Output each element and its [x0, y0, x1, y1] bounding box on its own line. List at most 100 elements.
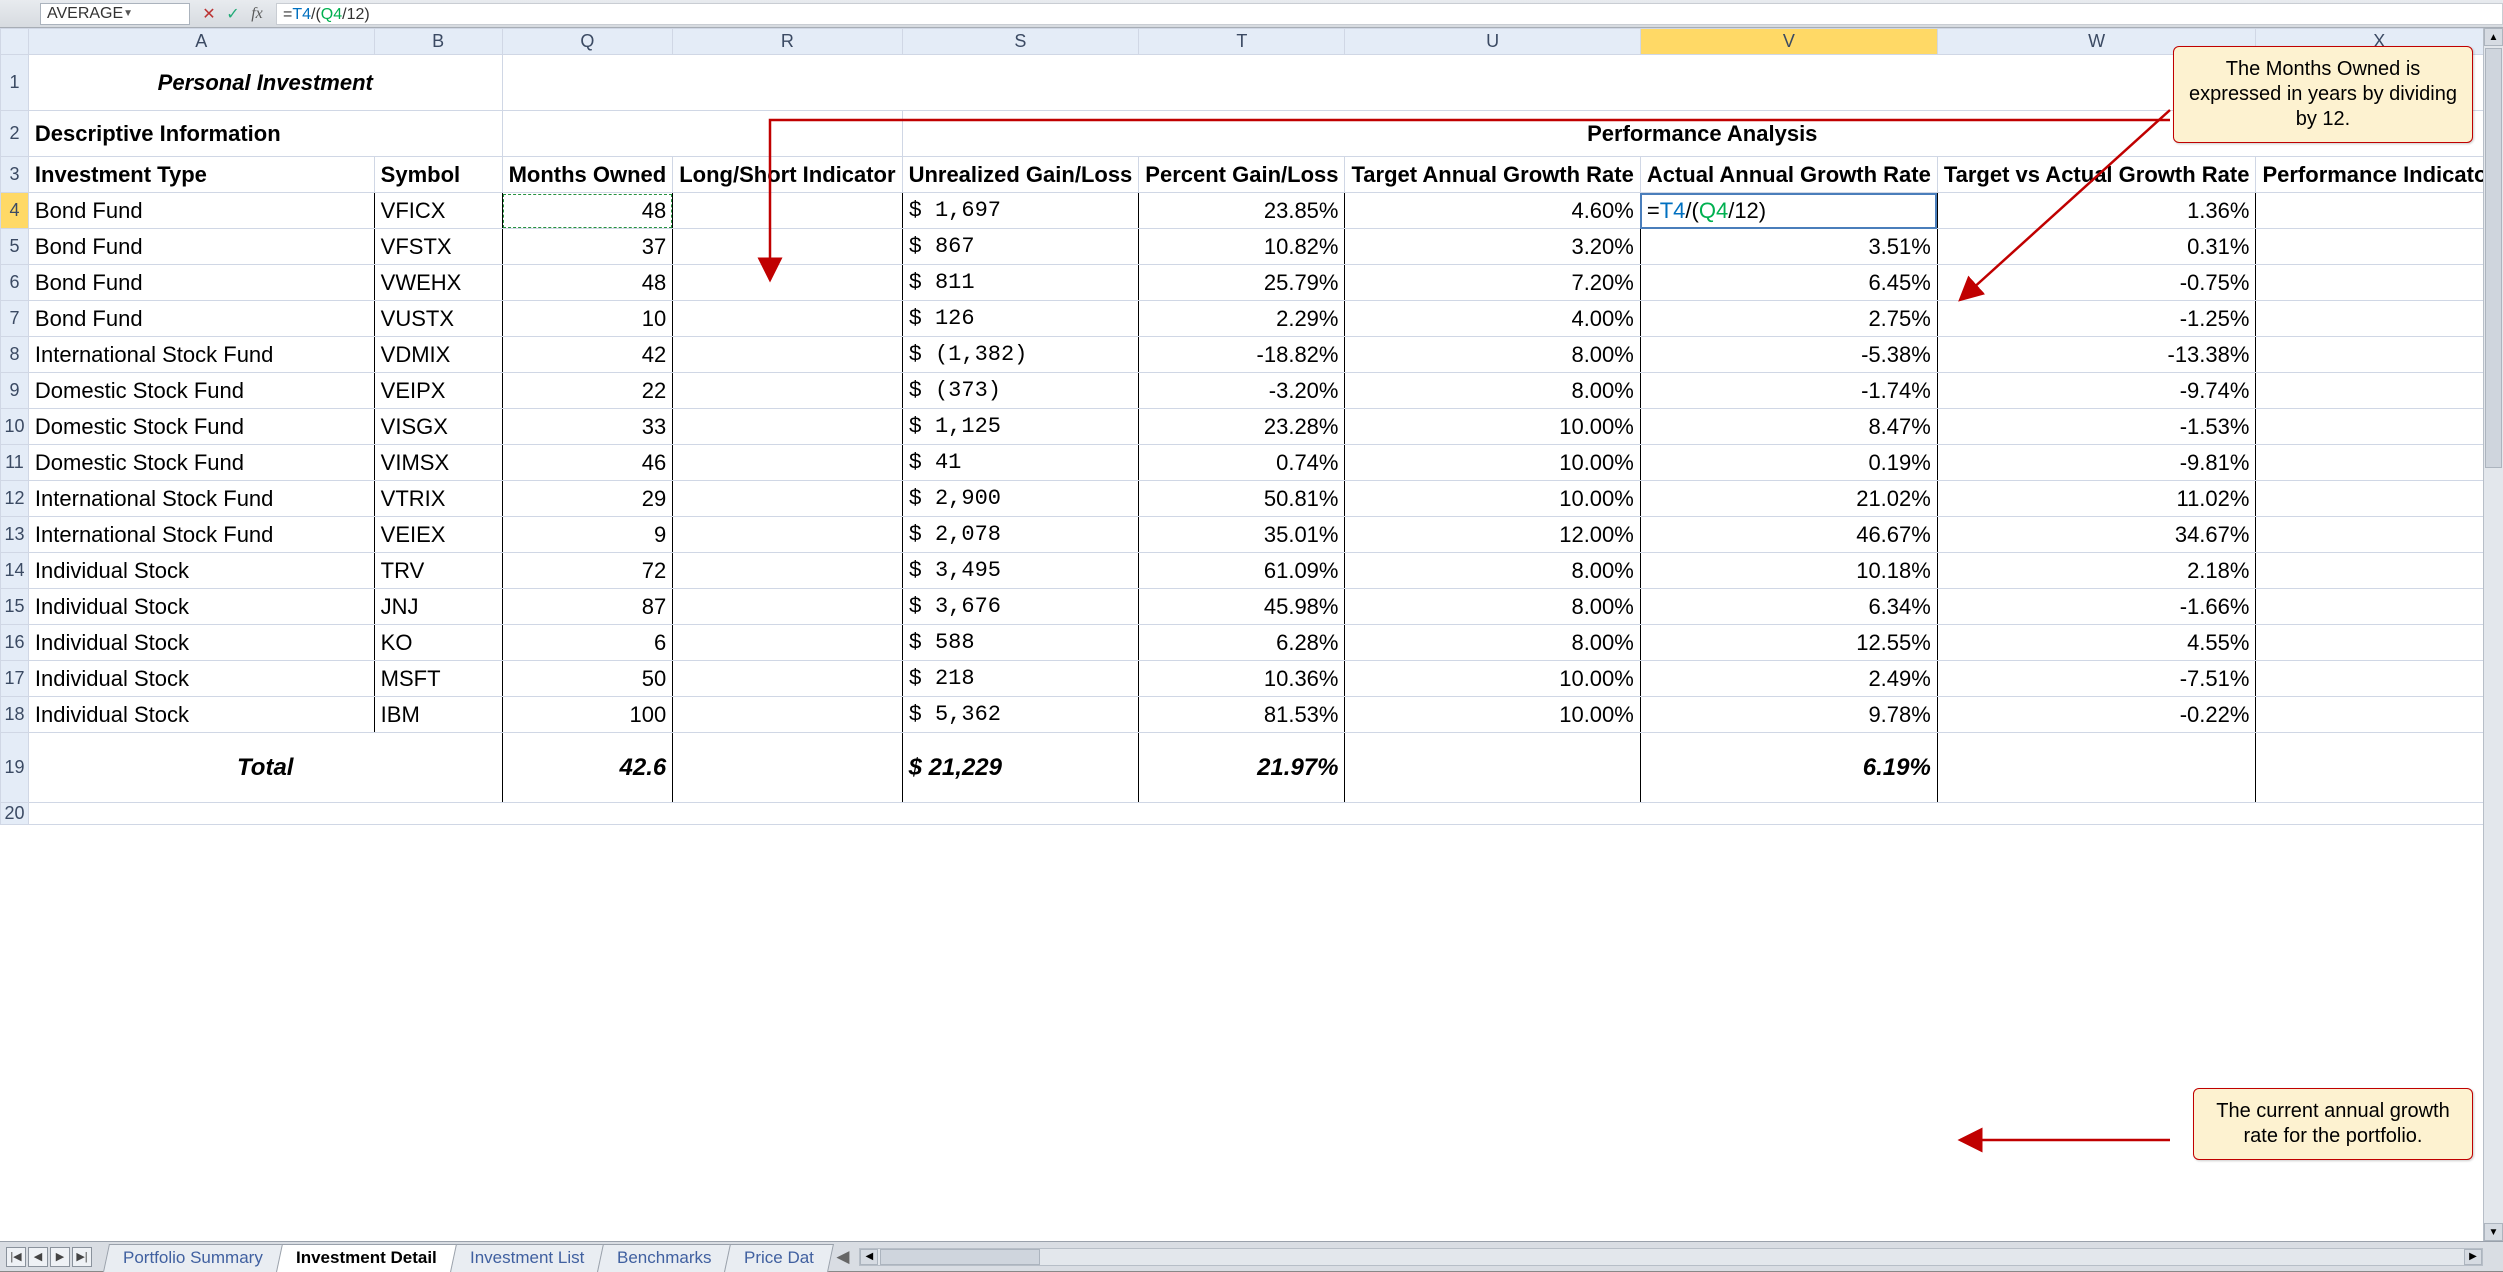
- cell-U17[interactable]: 10.00%: [1345, 661, 1640, 697]
- col-header-T[interactable]: T: [1139, 29, 1345, 55]
- cell-R5[interactable]: [673, 229, 902, 265]
- cell-U15[interactable]: 8.00%: [1345, 589, 1640, 625]
- cell-W14[interactable]: 2.18%: [1937, 553, 2256, 589]
- total-R[interactable]: [673, 733, 902, 803]
- cell-V11[interactable]: 0.19%: [1640, 445, 1937, 481]
- row-header-19[interactable]: 19: [1, 733, 29, 803]
- total-label[interactable]: Total: [28, 733, 502, 803]
- cell-A15[interactable]: Individual Stock: [28, 589, 374, 625]
- row-header-12[interactable]: 12: [1, 481, 29, 517]
- cell-S17[interactable]: $ 218: [902, 661, 1139, 697]
- cell-R11[interactable]: [673, 445, 902, 481]
- cell-V13[interactable]: 46.67%: [1640, 517, 1937, 553]
- cell-X7[interactable]: [2256, 301, 2503, 337]
- cell-U9[interactable]: 8.00%: [1345, 373, 1640, 409]
- cell-T18[interactable]: 81.53%: [1139, 697, 1345, 733]
- scroll-down-button[interactable]: ▼: [2484, 1223, 2503, 1241]
- cell-B10[interactable]: VISGX: [374, 409, 502, 445]
- cell-T16[interactable]: 6.28%: [1139, 625, 1345, 661]
- cell-W10[interactable]: -1.53%: [1937, 409, 2256, 445]
- col-header-S[interactable]: S: [902, 29, 1139, 55]
- hscroll-thumb[interactable]: [880, 1249, 1040, 1265]
- cell-T15[interactable]: 45.98%: [1139, 589, 1345, 625]
- scroll-up-button[interactable]: ▲: [2484, 28, 2503, 46]
- cell-W9[interactable]: -9.74%: [1937, 373, 2256, 409]
- cell-V8[interactable]: -5.38%: [1640, 337, 1937, 373]
- cell-X6[interactable]: [2256, 265, 2503, 301]
- cell-V5[interactable]: 3.51%: [1640, 229, 1937, 265]
- row-header-18[interactable]: 18: [1, 697, 29, 733]
- cell-X12[interactable]: [2256, 481, 2503, 517]
- cell-W7[interactable]: -1.25%: [1937, 301, 2256, 337]
- cell-V16[interactable]: 12.55%: [1640, 625, 1937, 661]
- cell-A14[interactable]: Individual Stock: [28, 553, 374, 589]
- row-header-16[interactable]: 16: [1, 625, 29, 661]
- worksheet[interactable]: A B Q R S T U V W X 1 Personal Investmen…: [0, 28, 2503, 825]
- tab-prev-button[interactable]: ◀: [28, 1247, 48, 1267]
- cell-S16[interactable]: $ 588: [902, 625, 1139, 661]
- cell-A4[interactable]: Bond Fund: [28, 193, 374, 229]
- cell-V10[interactable]: 8.47%: [1640, 409, 1937, 445]
- cell-V17[interactable]: 2.49%: [1640, 661, 1937, 697]
- cell-T4[interactable]: 23.85%: [1139, 193, 1345, 229]
- cell-A7[interactable]: Bond Fund: [28, 301, 374, 337]
- tab-scroll-splitter-icon[interactable]: ◀: [836, 1247, 849, 1267]
- cell-U7[interactable]: 4.00%: [1345, 301, 1640, 337]
- cell-B17[interactable]: MSFT: [374, 661, 502, 697]
- total-percent[interactable]: 21.97%: [1139, 733, 1345, 803]
- cancel-button[interactable]: ✕: [200, 4, 218, 24]
- cell-Q17[interactable]: 50: [502, 661, 673, 697]
- hdr-perf-indicator[interactable]: Performance Indicator: [2256, 157, 2503, 193]
- cell-R14[interactable]: [673, 553, 902, 589]
- total-X[interactable]: [2256, 733, 2503, 803]
- hdr-months-owned[interactable]: Months Owned: [502, 157, 673, 193]
- cell-T14[interactable]: 61.09%: [1139, 553, 1345, 589]
- cell-W5[interactable]: 0.31%: [1937, 229, 2256, 265]
- cell-W6[interactable]: -0.75%: [1937, 265, 2256, 301]
- cell-B9[interactable]: VEIPX: [374, 373, 502, 409]
- cell-T12[interactable]: 50.81%: [1139, 481, 1345, 517]
- cell-T9[interactable]: -3.20%: [1139, 373, 1345, 409]
- cell-Q7[interactable]: 10: [502, 301, 673, 337]
- cell-X18[interactable]: [2256, 697, 2503, 733]
- cell-S15[interactable]: $ 3,676: [902, 589, 1139, 625]
- cell-U4[interactable]: 4.60%: [1345, 193, 1640, 229]
- cell-S14[interactable]: $ 3,495: [902, 553, 1139, 589]
- cell-V6[interactable]: 6.45%: [1640, 265, 1937, 301]
- cell-W16[interactable]: 4.55%: [1937, 625, 2256, 661]
- cell-T8[interactable]: -18.82%: [1139, 337, 1345, 373]
- cell-A10[interactable]: Domestic Stock Fund: [28, 409, 374, 445]
- cell-T6[interactable]: 25.79%: [1139, 265, 1345, 301]
- formula-input[interactable]: =T4/(Q4/12): [276, 3, 2503, 25]
- row-header-9[interactable]: 9: [1, 373, 29, 409]
- total-W[interactable]: [1937, 733, 2256, 803]
- cell-S13[interactable]: $ 2,078: [902, 517, 1139, 553]
- cell-Q14[interactable]: 72: [502, 553, 673, 589]
- cell-W15[interactable]: -1.66%: [1937, 589, 2256, 625]
- cell-V4-editing[interactable]: =T4/(Q4/12): [1640, 193, 1937, 229]
- cell-V9[interactable]: -1.74%: [1640, 373, 1937, 409]
- cell-U12[interactable]: 10.00%: [1345, 481, 1640, 517]
- vertical-scrollbar[interactable]: ▲ ▼: [2483, 28, 2503, 1241]
- cell-W17[interactable]: -7.51%: [1937, 661, 2256, 697]
- cell-R16[interactable]: [673, 625, 902, 661]
- hscroll-right-button[interactable]: ▶: [2464, 1249, 2482, 1265]
- cell-S4[interactable]: $ 1,697: [902, 193, 1139, 229]
- cell-W13[interactable]: 34.67%: [1937, 517, 2256, 553]
- sheet-tab-benchmarks[interactable]: Benchmarks: [597, 1244, 731, 1272]
- select-all-corner[interactable]: [1, 29, 29, 55]
- hdr-long-short[interactable]: Long/Short Indicator: [673, 157, 902, 193]
- hdr-actual-growth[interactable]: Actual Annual Growth Rate: [1640, 157, 1937, 193]
- cell-Q8[interactable]: 42: [502, 337, 673, 373]
- cell-U10[interactable]: 10.00%: [1345, 409, 1640, 445]
- sheet-tab-investment-list[interactable]: Investment List: [450, 1244, 604, 1272]
- cell-U14[interactable]: 8.00%: [1345, 553, 1640, 589]
- cell-X4[interactable]: [2256, 193, 2503, 229]
- tab-next-button[interactable]: ▶: [50, 1247, 70, 1267]
- cell-W12[interactable]: 11.02%: [1937, 481, 2256, 517]
- cell-S7[interactable]: $ 126: [902, 301, 1139, 337]
- cell-B15[interactable]: JNJ: [374, 589, 502, 625]
- col-header-R[interactable]: R: [673, 29, 902, 55]
- cell-Q5[interactable]: 37: [502, 229, 673, 265]
- cell-A12[interactable]: International Stock Fund: [28, 481, 374, 517]
